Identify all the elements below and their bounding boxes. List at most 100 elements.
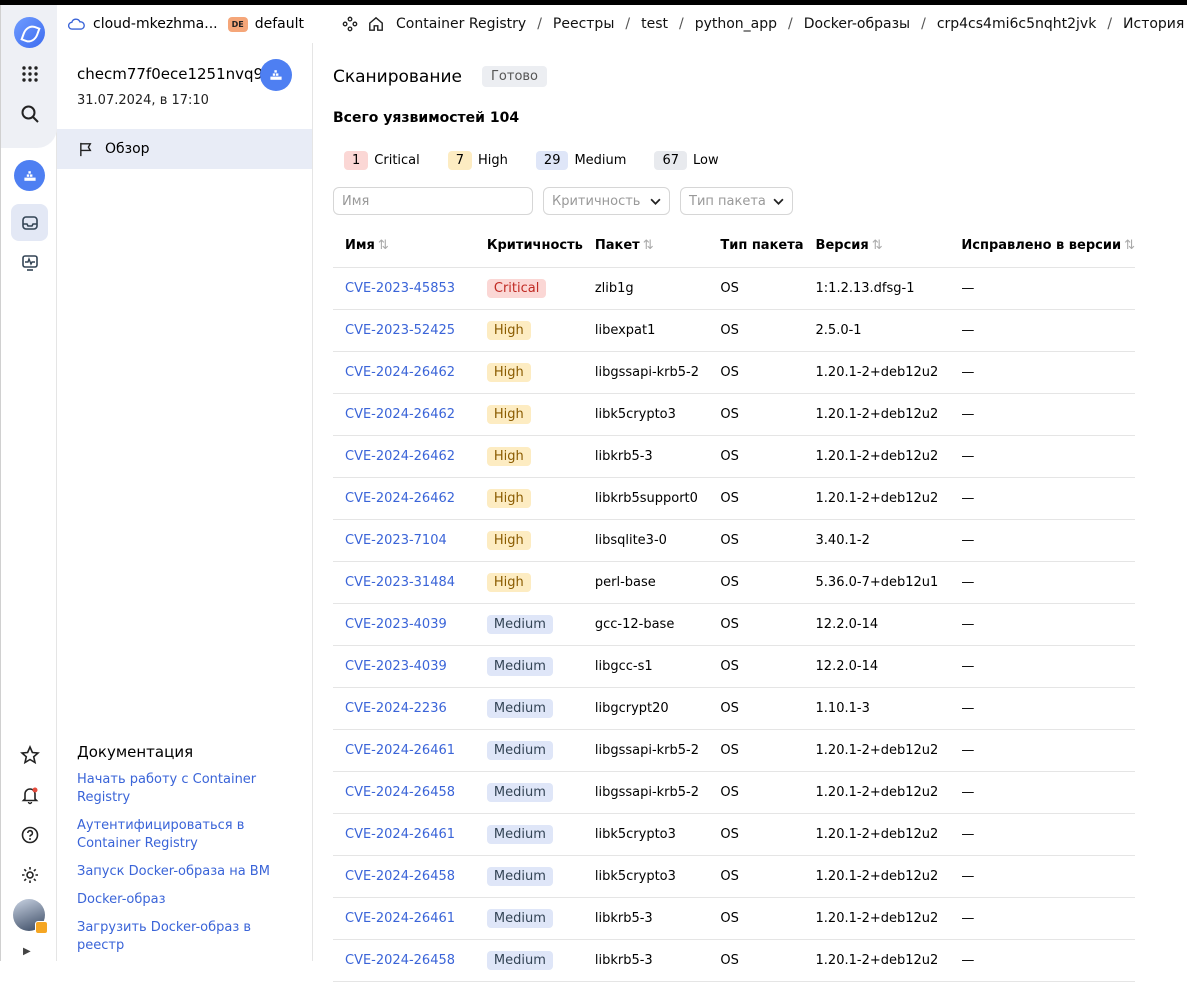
column-header-version[interactable]: Версия ⇅ bbox=[803, 225, 950, 268]
table-row[interactable]: CVE-2023-45853 Critical zlib1g OS 1:1.2.13.d… bbox=[333, 267, 1135, 310]
settings-gear-icon[interactable] bbox=[11, 856, 48, 893]
cve-link[interactable]: CVE-2023-4039 bbox=[345, 659, 447, 674]
cve-link[interactable]: CVE-2024-26458 bbox=[345, 953, 455, 968]
breadcrumb-container-registry[interactable]: Container Registry bbox=[396, 16, 526, 32]
sort-icon[interactable]: ⇅ bbox=[872, 238, 883, 253]
breadcrumb-repository[interactable]: python_app bbox=[695, 16, 777, 32]
table-row[interactable]: CVE-2024-26458 Medium libkrb5-3 OS 1.20.1-2+… bbox=[333, 939, 1135, 982]
breadcrumb-image-id[interactable]: crp4cs4mi6c5nqht2jvk bbox=[937, 16, 1097, 32]
table-row[interactable]: CVE-2024-26461 Medium libgssapi-krb5-2 OS 1.… bbox=[333, 729, 1135, 772]
expand-rail-icon[interactable]: ▶ bbox=[23, 946, 31, 957]
table-row[interactable]: CVE-2023-4039 Medium libgcc-s1 OS 12.2.0-14— bbox=[333, 645, 1135, 688]
search-icon[interactable] bbox=[11, 95, 48, 132]
package-cell: libk5crypto3 bbox=[582, 813, 709, 856]
yandex-cloud-logo-icon[interactable] bbox=[14, 17, 45, 48]
column-header-fixed-version[interactable]: Исправлено в версии ⇅ bbox=[949, 225, 1135, 268]
cve-link[interactable]: CVE-2024-26462 bbox=[345, 407, 455, 422]
sidebar-item-overview[interactable]: Обзор bbox=[57, 129, 312, 169]
package-cell: perl-base bbox=[582, 561, 709, 604]
apps-grid-icon[interactable] bbox=[11, 55, 48, 92]
package-type-cell: OS bbox=[708, 267, 804, 310]
documentation-section: Документация Начать работу с Container R… bbox=[77, 743, 297, 965]
table-row[interactable]: CVE-2024-26461 Medium libkrb5-3 OS 1.20.1-2+… bbox=[333, 897, 1135, 940]
severity-low: 67 Low bbox=[654, 151, 719, 170]
docs-link[interactable]: Docker-образ bbox=[77, 891, 297, 909]
cve-link[interactable]: CVE-2024-26461 bbox=[345, 911, 455, 926]
docs-link[interactable]: Запуск Docker-образа на ВМ bbox=[77, 863, 297, 881]
fixed-version-cell: — bbox=[949, 813, 1135, 856]
severity-label: Critical bbox=[374, 153, 420, 168]
cve-link[interactable]: CVE-2024-26458 bbox=[345, 785, 455, 800]
user-avatar[interactable] bbox=[13, 899, 48, 934]
severity-medium: 29 Medium bbox=[535, 151, 627, 170]
cve-link[interactable]: CVE-2023-31484 bbox=[345, 575, 455, 590]
cve-link[interactable]: CVE-2024-26461 bbox=[345, 827, 455, 842]
cve-link[interactable]: CVE-2024-26462 bbox=[345, 449, 455, 464]
docs-link[interactable]: Начать работу с Container Registry bbox=[77, 771, 297, 807]
docs-link[interactable]: Аутентифицироваться в Container Registry bbox=[77, 817, 297, 853]
severity-cell: High bbox=[474, 309, 583, 352]
package-type-filter-select[interactable]: Тип пакета bbox=[680, 187, 793, 215]
severity-badge: High bbox=[486, 488, 531, 508]
severity-count: 67 bbox=[654, 151, 687, 170]
cve-cell: CVE-2023-7104 bbox=[333, 519, 475, 562]
folder-name[interactable]: default bbox=[255, 16, 304, 32]
cloud-selector[interactable]: cloud-mkezhma... bbox=[68, 16, 218, 32]
cve-link[interactable]: CVE-2023-52425 bbox=[345, 323, 455, 338]
severity-cell: Medium bbox=[474, 813, 583, 856]
table-row[interactable]: CVE-2024-2236 Medium libgcrypt20 OS 1.10.1-3… bbox=[333, 687, 1135, 730]
home-icon[interactable] bbox=[368, 16, 384, 32]
container-registry-icon[interactable] bbox=[14, 160, 45, 191]
column-header-package[interactable]: Пакет ⇅ bbox=[582, 225, 709, 268]
severity-label: Medium bbox=[574, 153, 627, 168]
breadcrumb-docker-images[interactable]: Docker-образы bbox=[804, 16, 910, 32]
cve-link[interactable]: CVE-2024-26461 bbox=[345, 743, 455, 758]
package-type-cell: OS bbox=[708, 645, 804, 688]
package-cell: libgcrypt20 bbox=[582, 687, 709, 730]
severity-badge: Medium bbox=[486, 866, 553, 886]
cve-link[interactable]: CVE-2023-7104 bbox=[345, 533, 447, 548]
cve-link[interactable]: CVE-2024-26458 bbox=[345, 869, 455, 884]
severity-filter-select[interactable]: Критичность bbox=[543, 187, 670, 215]
table-row[interactable]: CVE-2024-26462 High libgssapi-krb5-2 OS 1.20… bbox=[333, 351, 1135, 394]
table-row[interactable]: CVE-2024-26462 High libkrb5support0 OS 1.20.… bbox=[333, 477, 1135, 520]
cve-link[interactable]: CVE-2024-2236 bbox=[345, 701, 447, 716]
cve-cell: CVE-2023-31484 bbox=[333, 561, 475, 604]
severity-count: 29 bbox=[535, 151, 569, 170]
breadcrumb-registry-test[interactable]: test bbox=[641, 16, 668, 32]
help-icon[interactable] bbox=[11, 816, 48, 853]
severity-badge: Medium bbox=[486, 824, 553, 844]
notifications-bell-icon[interactable] bbox=[11, 776, 48, 813]
cve-cell: CVE-2024-2236 bbox=[333, 687, 475, 730]
table-row[interactable]: CVE-2023-7104 High libsqlite3-0 OS 3.40.1-2— bbox=[333, 519, 1135, 562]
name-filter-input[interactable]: Имя bbox=[333, 187, 533, 215]
star-icon[interactable] bbox=[11, 736, 48, 773]
cve-link[interactable]: CVE-2024-26462 bbox=[345, 365, 455, 380]
table-row[interactable]: CVE-2024-26458 Medium libk5crypto3 OS 1.20.1… bbox=[333, 855, 1135, 898]
cve-link[interactable]: CVE-2023-45853 bbox=[345, 281, 455, 296]
cve-link[interactable]: CVE-2023-4039 bbox=[345, 617, 447, 632]
sort-icon[interactable]: ⇅ bbox=[378, 238, 389, 253]
table-row[interactable]: CVE-2024-26461 Medium libk5crypto3 OS 1.20.1… bbox=[333, 813, 1135, 856]
table-row[interactable]: CVE-2023-31484 High perl-base OS 5.36.0-7+de… bbox=[333, 561, 1135, 604]
table-row[interactable]: CVE-2024-26462 High libk5crypto3 OS 1.20.1-2… bbox=[333, 393, 1135, 436]
table-row[interactable]: CVE-2024-26458 Medium libgssapi-krb5-2 OS 1.… bbox=[333, 771, 1135, 814]
cloud-icon bbox=[68, 18, 85, 30]
sort-icon[interactable]: ⇅ bbox=[1124, 238, 1135, 253]
package-cell: libgssapi-krb5-2 bbox=[582, 771, 709, 814]
breadcrumb-scan-history[interactable]: История сканирований bbox=[1123, 16, 1187, 32]
services-icon[interactable] bbox=[342, 16, 358, 32]
fixed-version-cell: — bbox=[949, 267, 1135, 310]
breadcrumb-registries[interactable]: Реестры bbox=[553, 16, 614, 32]
cve-link[interactable]: CVE-2024-26462 bbox=[345, 491, 455, 506]
table-row[interactable]: CVE-2024-26462 High libkrb5-3 OS 1.20.1-2+de… bbox=[333, 435, 1135, 478]
column-header-name[interactable]: Имя ⇅ bbox=[333, 225, 475, 268]
sort-icon[interactable]: ⇅ bbox=[643, 238, 654, 253]
fixed-version-cell: — bbox=[949, 477, 1135, 520]
version-cell: 12.2.0-14 bbox=[803, 645, 950, 688]
table-row[interactable]: CVE-2023-4039 Medium gcc-12-base OS 12.2.0-1… bbox=[333, 603, 1135, 646]
docs-link[interactable]: Загрузить Docker-образ в реестр bbox=[77, 919, 297, 955]
monitoring-icon[interactable] bbox=[11, 244, 48, 281]
inbox-icon[interactable] bbox=[11, 204, 48, 241]
table-row[interactable]: CVE-2023-52425 High libexpat1 OS 2.5.0-1— bbox=[333, 309, 1135, 352]
